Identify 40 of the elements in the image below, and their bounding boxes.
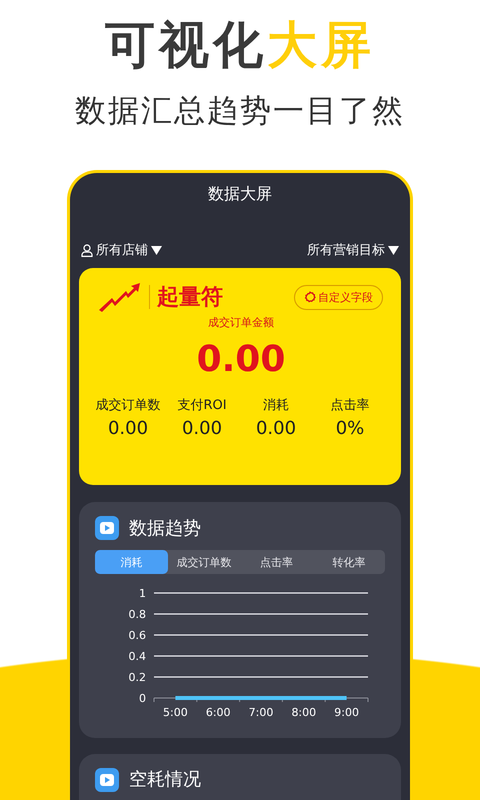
axis-label: 8:00 (291, 706, 316, 719)
axis-label: 7:00 (248, 706, 274, 719)
screen-title: 数据大屏 (208, 183, 272, 205)
axis-label: 0 (139, 692, 146, 705)
axis-label: 0.4 (128, 650, 146, 663)
play-icon (95, 768, 119, 792)
axis-label: 5:00 (163, 706, 188, 719)
metric-value: 0.00 (256, 417, 296, 441)
subtitle: 数据汇总趋势一目了然 (75, 92, 405, 131)
metric-label: 点击率 (330, 397, 370, 414)
axis-label: 6:00 (206, 706, 231, 719)
axis-label: 0.8 (128, 608, 146, 621)
chart-tab[interactable]: 点击率 (240, 550, 312, 574)
metric-label: 支付ROI (177, 397, 227, 414)
metric-value: 0.00 (108, 417, 148, 441)
card-title: 空耗情况 (129, 768, 201, 792)
metric-value: 0.00 (196, 338, 286, 382)
chart-tab[interactable]: 转化率 (312, 550, 385, 574)
custom-field-button[interactable]: 自定义字段 (294, 284, 383, 310)
store-filter[interactable]: 所有店铺 (96, 241, 148, 259)
gear-icon (304, 291, 316, 303)
trend-arrow-icon (99, 282, 141, 312)
headline: 可视化大屏 (105, 15, 375, 76)
axis-label: 0.2 (128, 671, 146, 684)
metric-label: 成交订单数 (96, 397, 160, 414)
axis-label: 9:00 (334, 706, 359, 719)
axis-label: 0.6 (128, 629, 146, 642)
metric-label: 消耗 (263, 397, 289, 414)
caret-icon (151, 246, 162, 254)
metric-label: 成交订单金额 (208, 315, 274, 330)
caret-icon (388, 246, 399, 254)
goal-filter[interactable]: 所有营销目标 (307, 241, 385, 259)
chart-tab[interactable]: 成交订单数 (168, 550, 240, 574)
brand-name: 起量符 (157, 284, 223, 312)
card-title: 数据趋势 (129, 517, 201, 540)
play-icon (95, 516, 119, 540)
metric-value: 0.00 (182, 417, 222, 441)
axis-label: 1 (139, 587, 146, 600)
person-icon (81, 244, 93, 256)
metric-value: 0% (336, 417, 364, 441)
